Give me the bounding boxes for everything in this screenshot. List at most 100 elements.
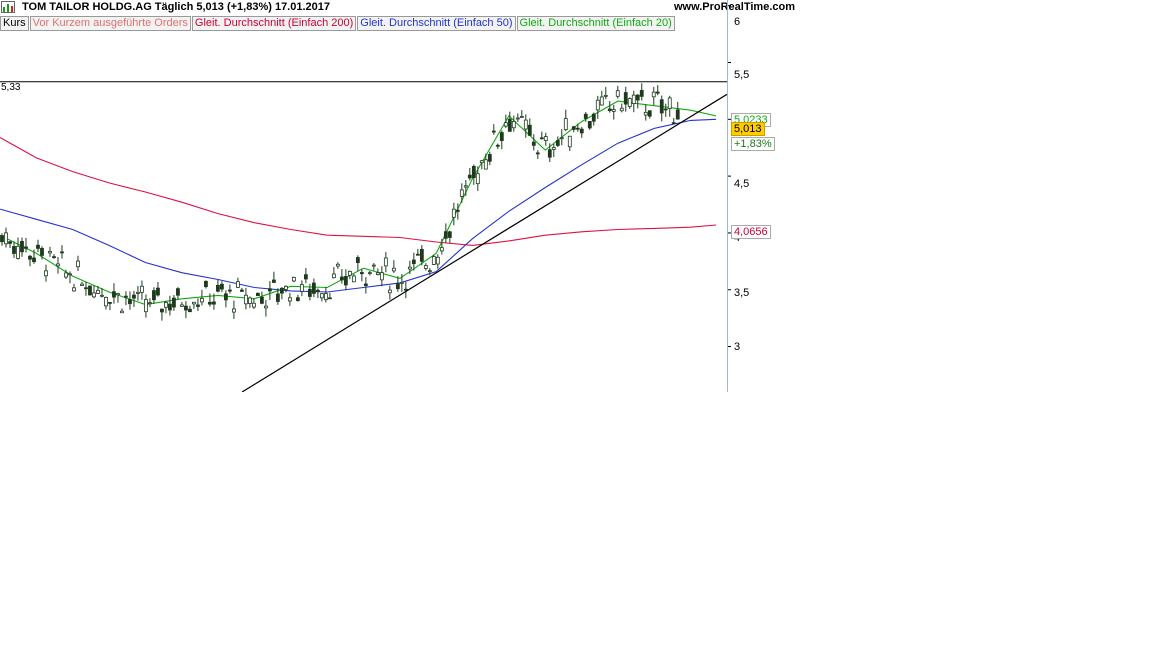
indicator-legend: Kurs Vor Kurzem ausgeführte Orders Gleit. … bbox=[0, 16, 676, 31]
change-percent-tag: +1,83% bbox=[731, 137, 775, 151]
candle-body bbox=[599, 96, 604, 106]
candle-body bbox=[483, 159, 488, 170]
legend-item-orders[interactable]: Vor Kurzem ausgeführte Orders bbox=[29, 16, 191, 31]
candle-body bbox=[455, 209, 460, 212]
candle-body bbox=[311, 282, 316, 294]
candle-body bbox=[216, 284, 220, 292]
candle-body bbox=[487, 154, 492, 162]
prorealtime-logo-icon bbox=[1, 1, 15, 13]
candle-body bbox=[303, 274, 308, 280]
candle-body bbox=[204, 280, 208, 288]
candle-body bbox=[84, 287, 88, 290]
candle-body bbox=[375, 272, 380, 276]
candle-body bbox=[427, 270, 432, 273]
candle-body bbox=[192, 301, 196, 305]
candle-body bbox=[212, 301, 216, 305]
candle-body bbox=[595, 99, 600, 111]
candle-body bbox=[120, 310, 124, 314]
candle-body bbox=[539, 137, 544, 140]
candle-body bbox=[8, 241, 12, 244]
candle-body bbox=[655, 91, 660, 94]
candle-body bbox=[176, 288, 180, 296]
candle-body bbox=[28, 255, 32, 260]
candle-body bbox=[535, 152, 540, 155]
chart-panel[interactable]: TOM TAILOR HOLDG.AG Täglich 5,013 (+1,83… bbox=[0, 0, 795, 392]
candle-body bbox=[323, 293, 328, 301]
candle-body bbox=[64, 272, 68, 278]
candle-body bbox=[52, 256, 56, 259]
candle-body bbox=[511, 121, 516, 129]
y-tick-label: 4,5 bbox=[734, 178, 750, 190]
candle-body bbox=[523, 119, 528, 130]
legend-item-ma200[interactable]: Gleit. Durchschnitt (Einfach 200) bbox=[191, 16, 357, 31]
last-price-tag: 5,013 bbox=[731, 122, 765, 136]
candle-body bbox=[507, 118, 512, 132]
candle-body bbox=[188, 308, 192, 313]
candle-body bbox=[603, 94, 608, 97]
candle-body bbox=[184, 305, 188, 311]
candle-body bbox=[651, 91, 656, 98]
candle-body bbox=[471, 165, 476, 179]
y-tick-label: 6 bbox=[734, 16, 741, 28]
candle-body bbox=[232, 308, 236, 313]
candle-body bbox=[128, 299, 132, 305]
candle-body bbox=[140, 285, 144, 293]
candle-body bbox=[619, 107, 624, 112]
candle-body bbox=[196, 304, 200, 307]
candle-body bbox=[587, 121, 592, 129]
moving-average-line-0 bbox=[0, 137, 717, 246]
candle-body bbox=[579, 128, 584, 134]
legend-item-ma20[interactable]: Gleit. Durchschnitt (Einfach 20) bbox=[516, 16, 675, 31]
candle-body bbox=[124, 295, 128, 298]
candle-body bbox=[287, 297, 292, 302]
candle-body bbox=[583, 113, 588, 119]
candle-body bbox=[92, 292, 96, 298]
candle-body bbox=[100, 294, 104, 297]
candle-body bbox=[180, 304, 184, 307]
candle-body bbox=[108, 301, 112, 304]
candle-body bbox=[439, 247, 444, 252]
candle-body bbox=[359, 272, 364, 275]
candle-body bbox=[499, 132, 504, 141]
candle-body bbox=[479, 160, 484, 164]
price-chart[interactable] bbox=[0, 0, 795, 392]
candle-body bbox=[104, 296, 108, 307]
candle-body bbox=[279, 287, 284, 294]
candle-body bbox=[403, 288, 408, 291]
y-tick-label: 3,5 bbox=[734, 287, 750, 299]
candle-body bbox=[363, 283, 368, 287]
candle-body bbox=[591, 113, 596, 122]
candle-body bbox=[447, 231, 452, 238]
y-tick-label: 5,5 bbox=[734, 69, 750, 81]
candle-body bbox=[136, 291, 140, 294]
legend-item-kurs[interactable]: Kurs bbox=[0, 16, 29, 31]
candle-body bbox=[459, 189, 464, 197]
candle-body bbox=[491, 130, 496, 133]
candle-body bbox=[627, 98, 632, 107]
candle-body bbox=[60, 251, 64, 254]
candle-body bbox=[307, 288, 312, 297]
site-label[interactable]: www.ProRealTime.com bbox=[674, 0, 795, 15]
candle-body bbox=[675, 109, 680, 120]
candle-body bbox=[635, 94, 640, 101]
candle-body bbox=[643, 111, 648, 116]
candle-body bbox=[172, 297, 176, 308]
candle-body bbox=[20, 240, 24, 253]
candle-body bbox=[547, 149, 552, 158]
candle-body bbox=[423, 265, 428, 269]
candle-body bbox=[152, 290, 156, 301]
ma200-value-tag: 4,0656 bbox=[731, 225, 771, 239]
candle-body bbox=[156, 287, 160, 296]
y-tick-label: 3 bbox=[734, 341, 741, 353]
candle-body bbox=[527, 124, 532, 136]
candle-body bbox=[463, 185, 468, 188]
candle-body bbox=[160, 308, 164, 313]
candle-body bbox=[335, 263, 340, 267]
candle-body bbox=[16, 245, 20, 259]
candle-body bbox=[80, 283, 84, 286]
legend-item-ma50[interactable]: Gleit. Durchschnitt (Einfach 50) bbox=[357, 16, 516, 31]
candle-body bbox=[240, 289, 244, 292]
candle-body bbox=[419, 248, 424, 262]
candle-body bbox=[327, 297, 332, 300]
candle-body bbox=[24, 246, 28, 249]
